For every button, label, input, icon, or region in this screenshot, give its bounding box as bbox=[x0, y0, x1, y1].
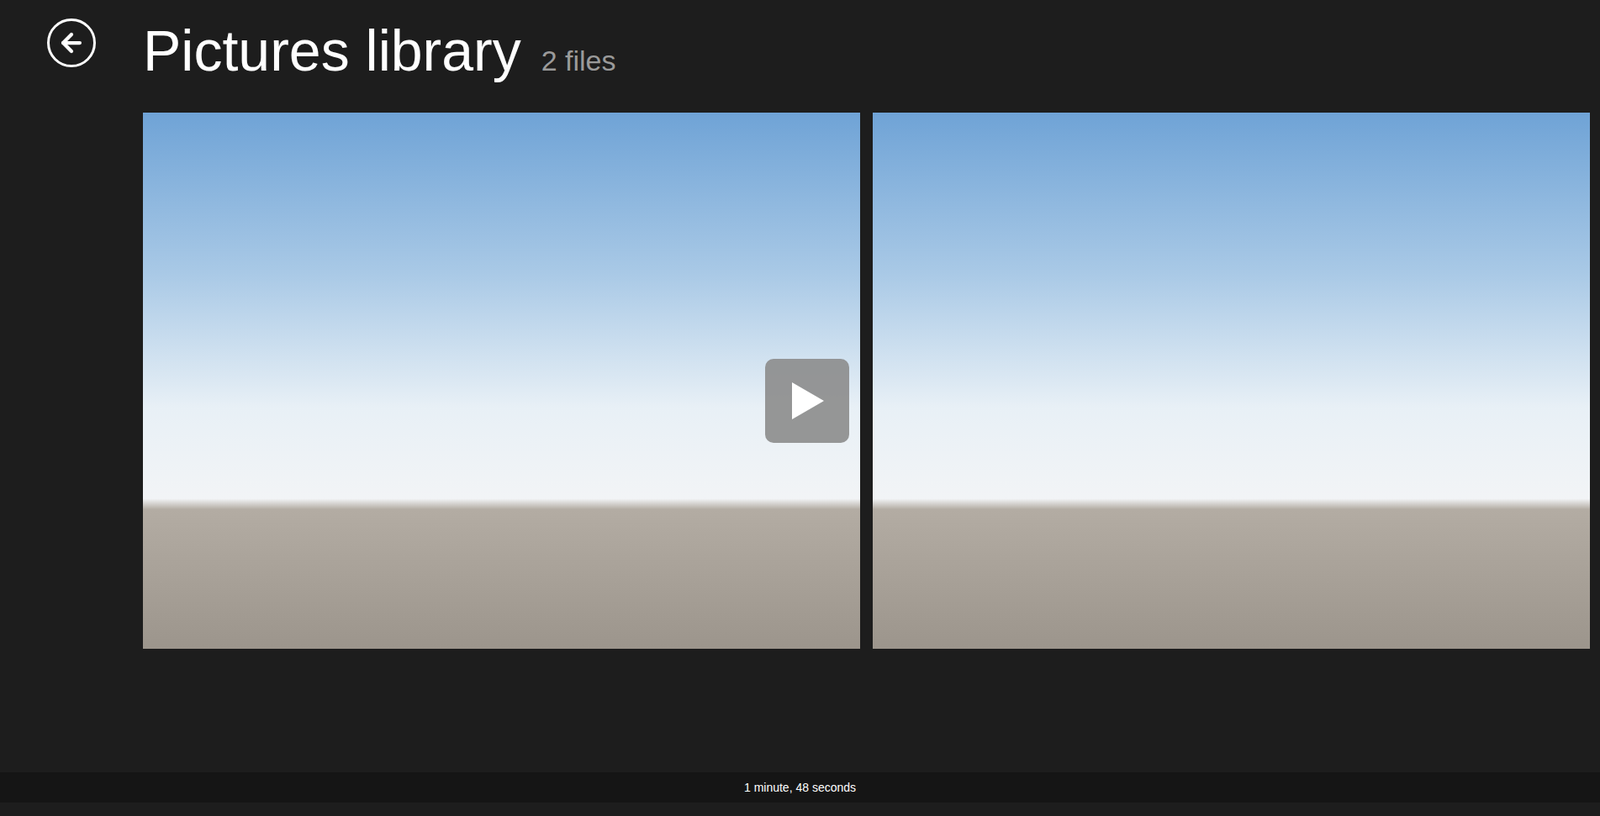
photo-tile[interactable] bbox=[872, 112, 1590, 650]
play-icon bbox=[788, 380, 826, 422]
app: Pictures library 2 files 1 minute, 48 seco… bbox=[0, 0, 1600, 816]
back-arrow-icon bbox=[57, 28, 86, 58]
file-grid bbox=[142, 112, 1600, 650]
file-count: 2 files bbox=[541, 43, 617, 78]
play-button[interactable] bbox=[765, 359, 850, 444]
title-group: Pictures library 2 files bbox=[142, 16, 617, 85]
spacer bbox=[0, 649, 1600, 773]
header: Pictures library 2 files bbox=[0, 0, 1600, 113]
page-title: Pictures library bbox=[142, 16, 522, 85]
status-bar: 1 minute, 48 seconds bbox=[0, 772, 1600, 803]
photo-tile[interactable] bbox=[142, 112, 861, 650]
back-button[interactable] bbox=[47, 18, 96, 68]
duration-text: 1 minute, 48 seconds bbox=[744, 779, 856, 798]
